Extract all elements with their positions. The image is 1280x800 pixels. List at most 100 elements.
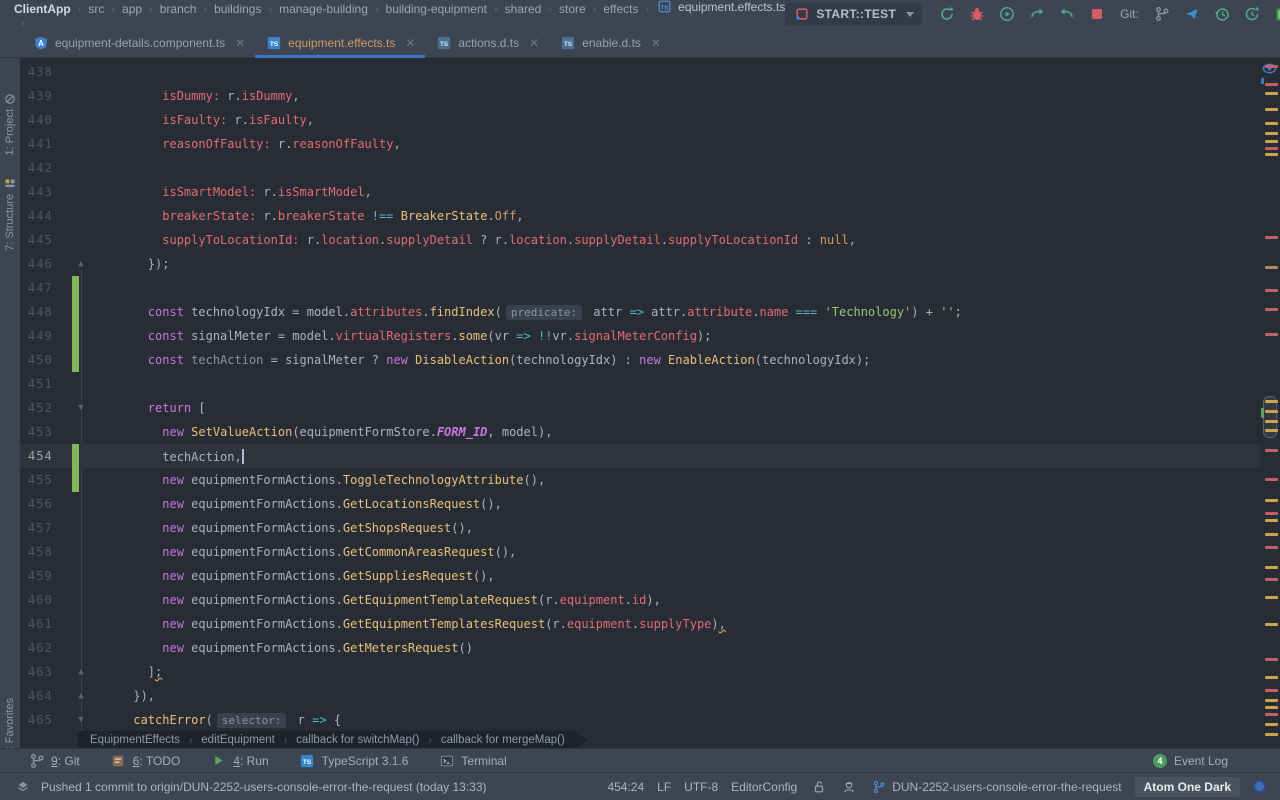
typescript-file-icon[interactable]: TS (559, 34, 576, 51)
code-line-465[interactable]: 465 catchError(selector: r => { (20, 708, 1280, 732)
error-stripe-mark[interactable] (1265, 266, 1278, 269)
run-play-icon[interactable] (210, 752, 227, 769)
breadcrumb-item[interactable]: ClientApp (14, 2, 71, 16)
tool-window-button-project[interactable]: 1: Project (0, 88, 20, 155)
file-encoding[interactable]: UTF-8 (684, 780, 718, 794)
breadcrumb-item[interactable]: src (88, 2, 104, 16)
code-line-441[interactable]: 441 reasonOfFaulty: r.reasonOfFaulty, (20, 132, 1280, 156)
error-stripe-mark[interactable] (1265, 153, 1278, 156)
error-stripe-scrollbar[interactable] (1260, 58, 1280, 748)
tool-window-button-run[interactable]: 4: Run (210, 752, 269, 769)
event-log-button[interactable]: 4 Event Log (1152, 753, 1280, 768)
code-editor[interactable]: 438 439 isDummy: r.isDummy, 440 isFaulty: … (20, 58, 1280, 748)
fold-marker-icon[interactable]: ▼ (75, 714, 87, 726)
code-line-452[interactable]: 452 return [ (20, 396, 1280, 420)
editor-tab-active[interactable]: TS equipment.effects.ts ✕ (255, 28, 426, 58)
code-line-450[interactable]: 450 const techAction = signalMeter ? new… (20, 348, 1280, 372)
context-breadcrumb-item[interactable]: callback for mergeMap() (441, 734, 565, 746)
error-stripe-mark[interactable] (1265, 108, 1278, 111)
code-line-453[interactable]: 453 new SetValueAction(equipmentFormStor… (20, 420, 1280, 444)
todo-icon[interactable] (110, 752, 127, 769)
code-line-463[interactable]: 463 ]; (20, 660, 1280, 684)
error-stripe-mark[interactable] (1265, 499, 1278, 502)
code-line-456[interactable]: 456 new equipmentFormActions.GetLocation… (20, 492, 1280, 516)
close-icon[interactable]: ✕ (529, 36, 539, 50)
error-stripe-mark[interactable] (1265, 83, 1278, 86)
error-stripe-mark[interactable] (1265, 289, 1278, 292)
error-stripe-mark[interactable] (1265, 478, 1278, 481)
unlock-icon[interactable] (810, 778, 827, 795)
code-line-455[interactable]: 455 new equipmentFormActions.ToggleTechn… (20, 468, 1280, 492)
error-stripe-mark[interactable] (1265, 533, 1278, 536)
error-stripe-mark[interactable] (1265, 713, 1278, 716)
error-stripe-mark[interactable] (1265, 512, 1278, 515)
ts-icon[interactable]: TS (299, 752, 316, 769)
code-line-443[interactable]: 443 isSmartModel: r.isSmartModel, (20, 180, 1280, 204)
error-stripe-mark[interactable] (1265, 65, 1278, 68)
typescript-file-icon[interactable]: TS (435, 34, 452, 51)
breadcrumb-file[interactable]: TS equipment.effects.ts (656, 0, 785, 15)
fold-marker-icon[interactable]: ▼ (75, 402, 87, 414)
error-stripe-mark[interactable] (1265, 699, 1278, 702)
breadcrumb-item[interactable]: store (559, 2, 586, 16)
terminal-icon[interactable] (438, 752, 455, 769)
error-stripe-mark[interactable] (1265, 519, 1278, 522)
context-breadcrumb-item[interactable]: EquipmentEffects (90, 734, 180, 746)
breadcrumb-item[interactable]: branch (160, 2, 197, 16)
inspector-profile-icon[interactable] (840, 778, 857, 795)
error-stripe-mark[interactable] (1265, 449, 1278, 452)
editor-tab[interactable]: TS enable.d.ts ✕ (549, 28, 671, 57)
code-line-440[interactable]: 440 isFaulty: r.isFaulty, (20, 108, 1280, 132)
theme-name-chip[interactable]: Atom One Dark (1134, 776, 1240, 797)
error-stripe-mark[interactable] (1265, 308, 1278, 311)
error-stripe-mark[interactable] (1261, 408, 1264, 418)
refresh-icon[interactable] (1244, 6, 1261, 23)
error-stripe-mark[interactable] (1265, 410, 1278, 413)
tool-window-button-structure[interactable]: 7: Structure (0, 173, 20, 251)
vcs-branch-icon[interactable] (1154, 6, 1171, 23)
typescript-file-icon[interactable]: TS (656, 0, 673, 15)
code-line-458[interactable]: 458 new equipmentFormActions.GetCommonAr… (20, 540, 1280, 564)
fold-marker-icon[interactable]: ▲ (75, 690, 87, 702)
notification-dot-icon[interactable] (1253, 780, 1266, 793)
error-stripe-mark[interactable] (1265, 122, 1278, 125)
tool-window-button-favorites[interactable]: 2: Favorites (0, 698, 20, 755)
code-line-444[interactable]: 444 breakerState: r.breakerState !== Bre… (20, 204, 1280, 228)
code-line-442[interactable]: 442 (20, 156, 1280, 180)
run-coverage-icon[interactable] (998, 6, 1015, 23)
code-line-449[interactable]: 449 const signalMeter = model.virtualReg… (20, 324, 1280, 348)
code-line-445[interactable]: 445 supplyToLocationId: r.location.suppl… (20, 228, 1280, 252)
error-stripe-mark[interactable] (1265, 546, 1278, 549)
error-stripe-mark[interactable] (1265, 92, 1278, 95)
tool-window-button-git[interactable]: 9: Git (28, 752, 80, 769)
code-line-451[interactable]: 451 (20, 372, 1280, 396)
code-line-439[interactable]: 439 isDummy: r.isDummy, (20, 84, 1280, 108)
error-stripe-mark[interactable] (1265, 658, 1278, 661)
error-stripe-mark[interactable] (1265, 400, 1278, 403)
caret-position[interactable]: 454:24 (607, 780, 644, 794)
context-breadcrumb-item[interactable]: callback for switchMap() (296, 734, 419, 746)
code-line-457[interactable]: 457 new equipmentFormActions.GetShopsReq… (20, 516, 1280, 540)
error-stripe-mark[interactable] (1265, 723, 1278, 726)
history-icon[interactable] (1214, 6, 1231, 23)
tool-window-button-todo[interactable]: 6: TODO (110, 752, 180, 769)
code-line-459[interactable]: 459 new equipmentFormActions.GetSupplies… (20, 564, 1280, 588)
error-stripe-mark[interactable] (1265, 676, 1278, 679)
close-icon[interactable]: ✕ (651, 36, 661, 50)
vcs-branch-icon[interactable] (28, 752, 45, 769)
debug-icon[interactable] (968, 6, 985, 23)
error-stripe-mark[interactable] (1261, 78, 1264, 84)
error-stripe-mark[interactable] (1265, 578, 1278, 581)
close-icon[interactable]: ✕ (235, 36, 245, 50)
breadcrumb-item[interactable]: app (122, 2, 142, 16)
code-line-448[interactable]: 448 const technologyIdx = model.attribut… (20, 300, 1280, 324)
code-line-464[interactable]: 464 }), (20, 684, 1280, 708)
code-line-454[interactable]: 454 techAction, (20, 444, 1280, 468)
code-line-447[interactable]: 447 (20, 276, 1280, 300)
run-configuration-select[interactable]: START::TEST (785, 3, 923, 25)
breadcrumb-item[interactable]: shared (505, 2, 542, 16)
fold-marker-icon[interactable]: ▲ (75, 258, 87, 270)
angular-file-icon[interactable]: A (32, 34, 49, 51)
editorconfig-label[interactable]: EditorConfig (731, 780, 797, 794)
context-breadcrumb-item[interactable]: editEquipment (201, 734, 275, 746)
